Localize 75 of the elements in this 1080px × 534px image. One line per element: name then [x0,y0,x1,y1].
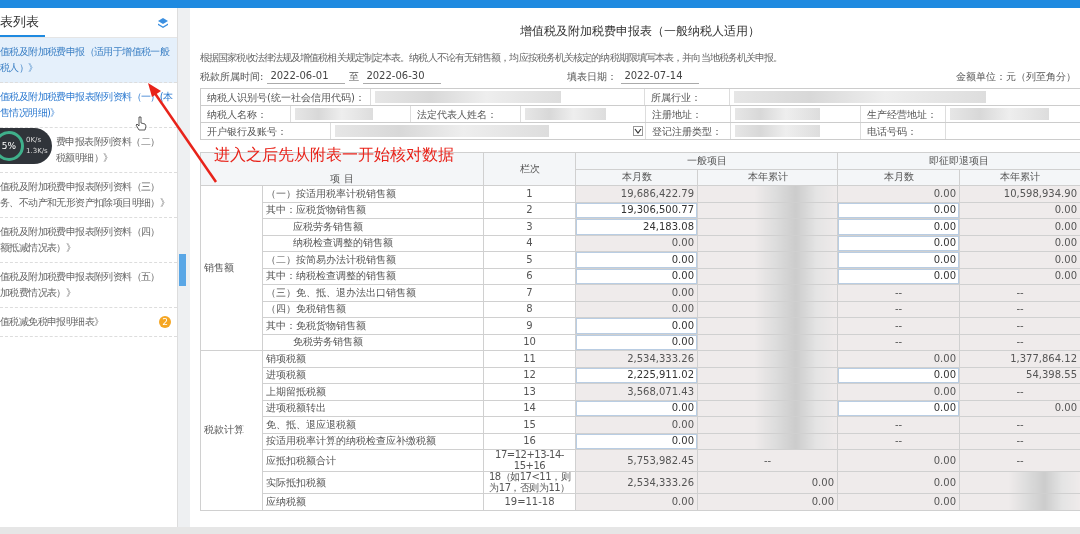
line-number: 9 [483,317,576,334]
sidebar-item[interactable]: 值税及附加税费申报表附列资料（四） 额抵减情况表）》 [0,218,177,263]
line-number: 13 [483,383,576,400]
line-number: 4 [483,235,576,252]
line-number: 10 [483,334,576,351]
line-number: 15 [483,416,576,433]
item-label: 应税劳务销售额 [262,218,484,235]
item-label: 应纳税额 [262,493,484,510]
date-field[interactable]: 2022-06-01 [267,68,346,84]
item-label: （三）免、抵、退办法出口销售额 [262,284,484,301]
line-number: 7 [483,284,576,301]
line-number: 11 [483,350,576,367]
field-label: 生产经营地址： [861,106,946,122]
item-label: 按适用税率计算的纳税检查应补缴税额 [262,433,484,450]
form-note: 根据国家税收法律法规及增值税相关规定制定本表。纳税人不论有无销售额，均应按税务机关核定的纳税期限填写本表，并向当地税务机关申报。 [200,51,784,65]
item-label: （一）按适用税率计税销售额 [262,185,484,202]
period-label: 税款所属时间: [200,70,264,84]
item-label: 进项税额 [262,367,484,384]
layers-icon[interactable] [157,16,169,29]
date-field[interactable]: 2022-06-30 [363,68,442,84]
field-label: 所属行业： [645,89,731,105]
column-header: 一般项目 [575,152,838,169]
field-label: 开户银行及账号： [201,123,331,139]
form-title: 增值税及附加税费申报表（一般纳税人适用） [519,23,761,40]
item-label: （四）免税销售额 [262,301,484,318]
field-label: 纳税人名称： [201,106,291,122]
line-number: 8 [483,301,576,318]
field-label: 注册地址： [646,106,731,122]
table-cell: -- [697,449,838,472]
sidebar-item[interactable]: 值税及附加税费申报表附列资料（五） 加税费情况表）》 [0,263,177,308]
item-label: 其中：免税货物销售额 [262,317,484,334]
item-label: 进项税额转出 [262,400,484,417]
item-label: 其中：纳税检查调整的销售额 [262,268,484,285]
unit-label: 金额单位：元（列至角分） [956,70,1077,84]
table-cell: 0.00 [697,471,838,494]
period-separator: 至 [349,70,360,84]
item-label: 上期留抵税额 [262,383,484,400]
line-number: 17=12+13-14-15+16 [483,449,576,472]
item-label: 纳税检查调整的销售额 [262,235,484,252]
line-number: 2 [483,202,576,219]
sidebar-item[interactable]: 值税减免税申报明细表》 2 [0,308,177,337]
section-label: 销售额 [200,185,263,351]
item-label: 销项税额 [262,350,484,367]
line-number: 14 [483,400,576,417]
percent-text: 5% [0,131,24,161]
line-number: 6 [483,268,576,285]
annotation-text: 进入之后先从附表一开始核对数据 [214,145,454,164]
column-header: 即征即退项目 [837,152,1080,169]
fill-date-label: 填表日期： [567,70,618,84]
item-label: 应抵扣税额合计 [262,449,484,472]
field-label: 电话号码： [861,123,946,139]
section-label: 税款计算 [200,350,263,510]
item-label: 其中：应税货物销售额 [262,202,484,219]
caret-icon [634,128,642,134]
line-number: 5 [483,251,576,268]
field-label: 纳税人识别号(统一社会信用代码)： [201,89,371,105]
field-label: 法定代表人姓名： [411,106,521,122]
item-label: 实际抵扣税额 [262,471,484,494]
count-badge: 2 [159,316,171,328]
sidebar-item[interactable]: 值税及附加税费申报表附列资料（三） 务、不动产和无形资产扣除项目明细）》 [0,173,177,218]
line-number: 16 [483,433,576,450]
line-number: 18（如17<11，则为17，否则为11） [483,471,576,494]
sidebar-item[interactable]: 值税及附加税费申报（适用于增值税一般 税人）》 [0,38,177,83]
line-number: 3 [483,218,576,235]
item-label: 免税劳务销售额 [262,334,484,351]
column-header: 栏次 [483,152,576,186]
date-field[interactable]: 2022-07-14 [621,68,700,84]
item-label: （二）按简易办法计税销售额 [262,251,484,268]
line-number: 1 [483,185,576,202]
collapse-handle[interactable] [179,254,186,286]
hand-cursor-icon [135,116,147,131]
line-number: 19=11-18 [483,493,576,510]
item-label: 免、抵、退应退税额 [262,416,484,433]
line-number: 12 [483,367,576,384]
field-label: 登记注册类型： [646,123,731,139]
